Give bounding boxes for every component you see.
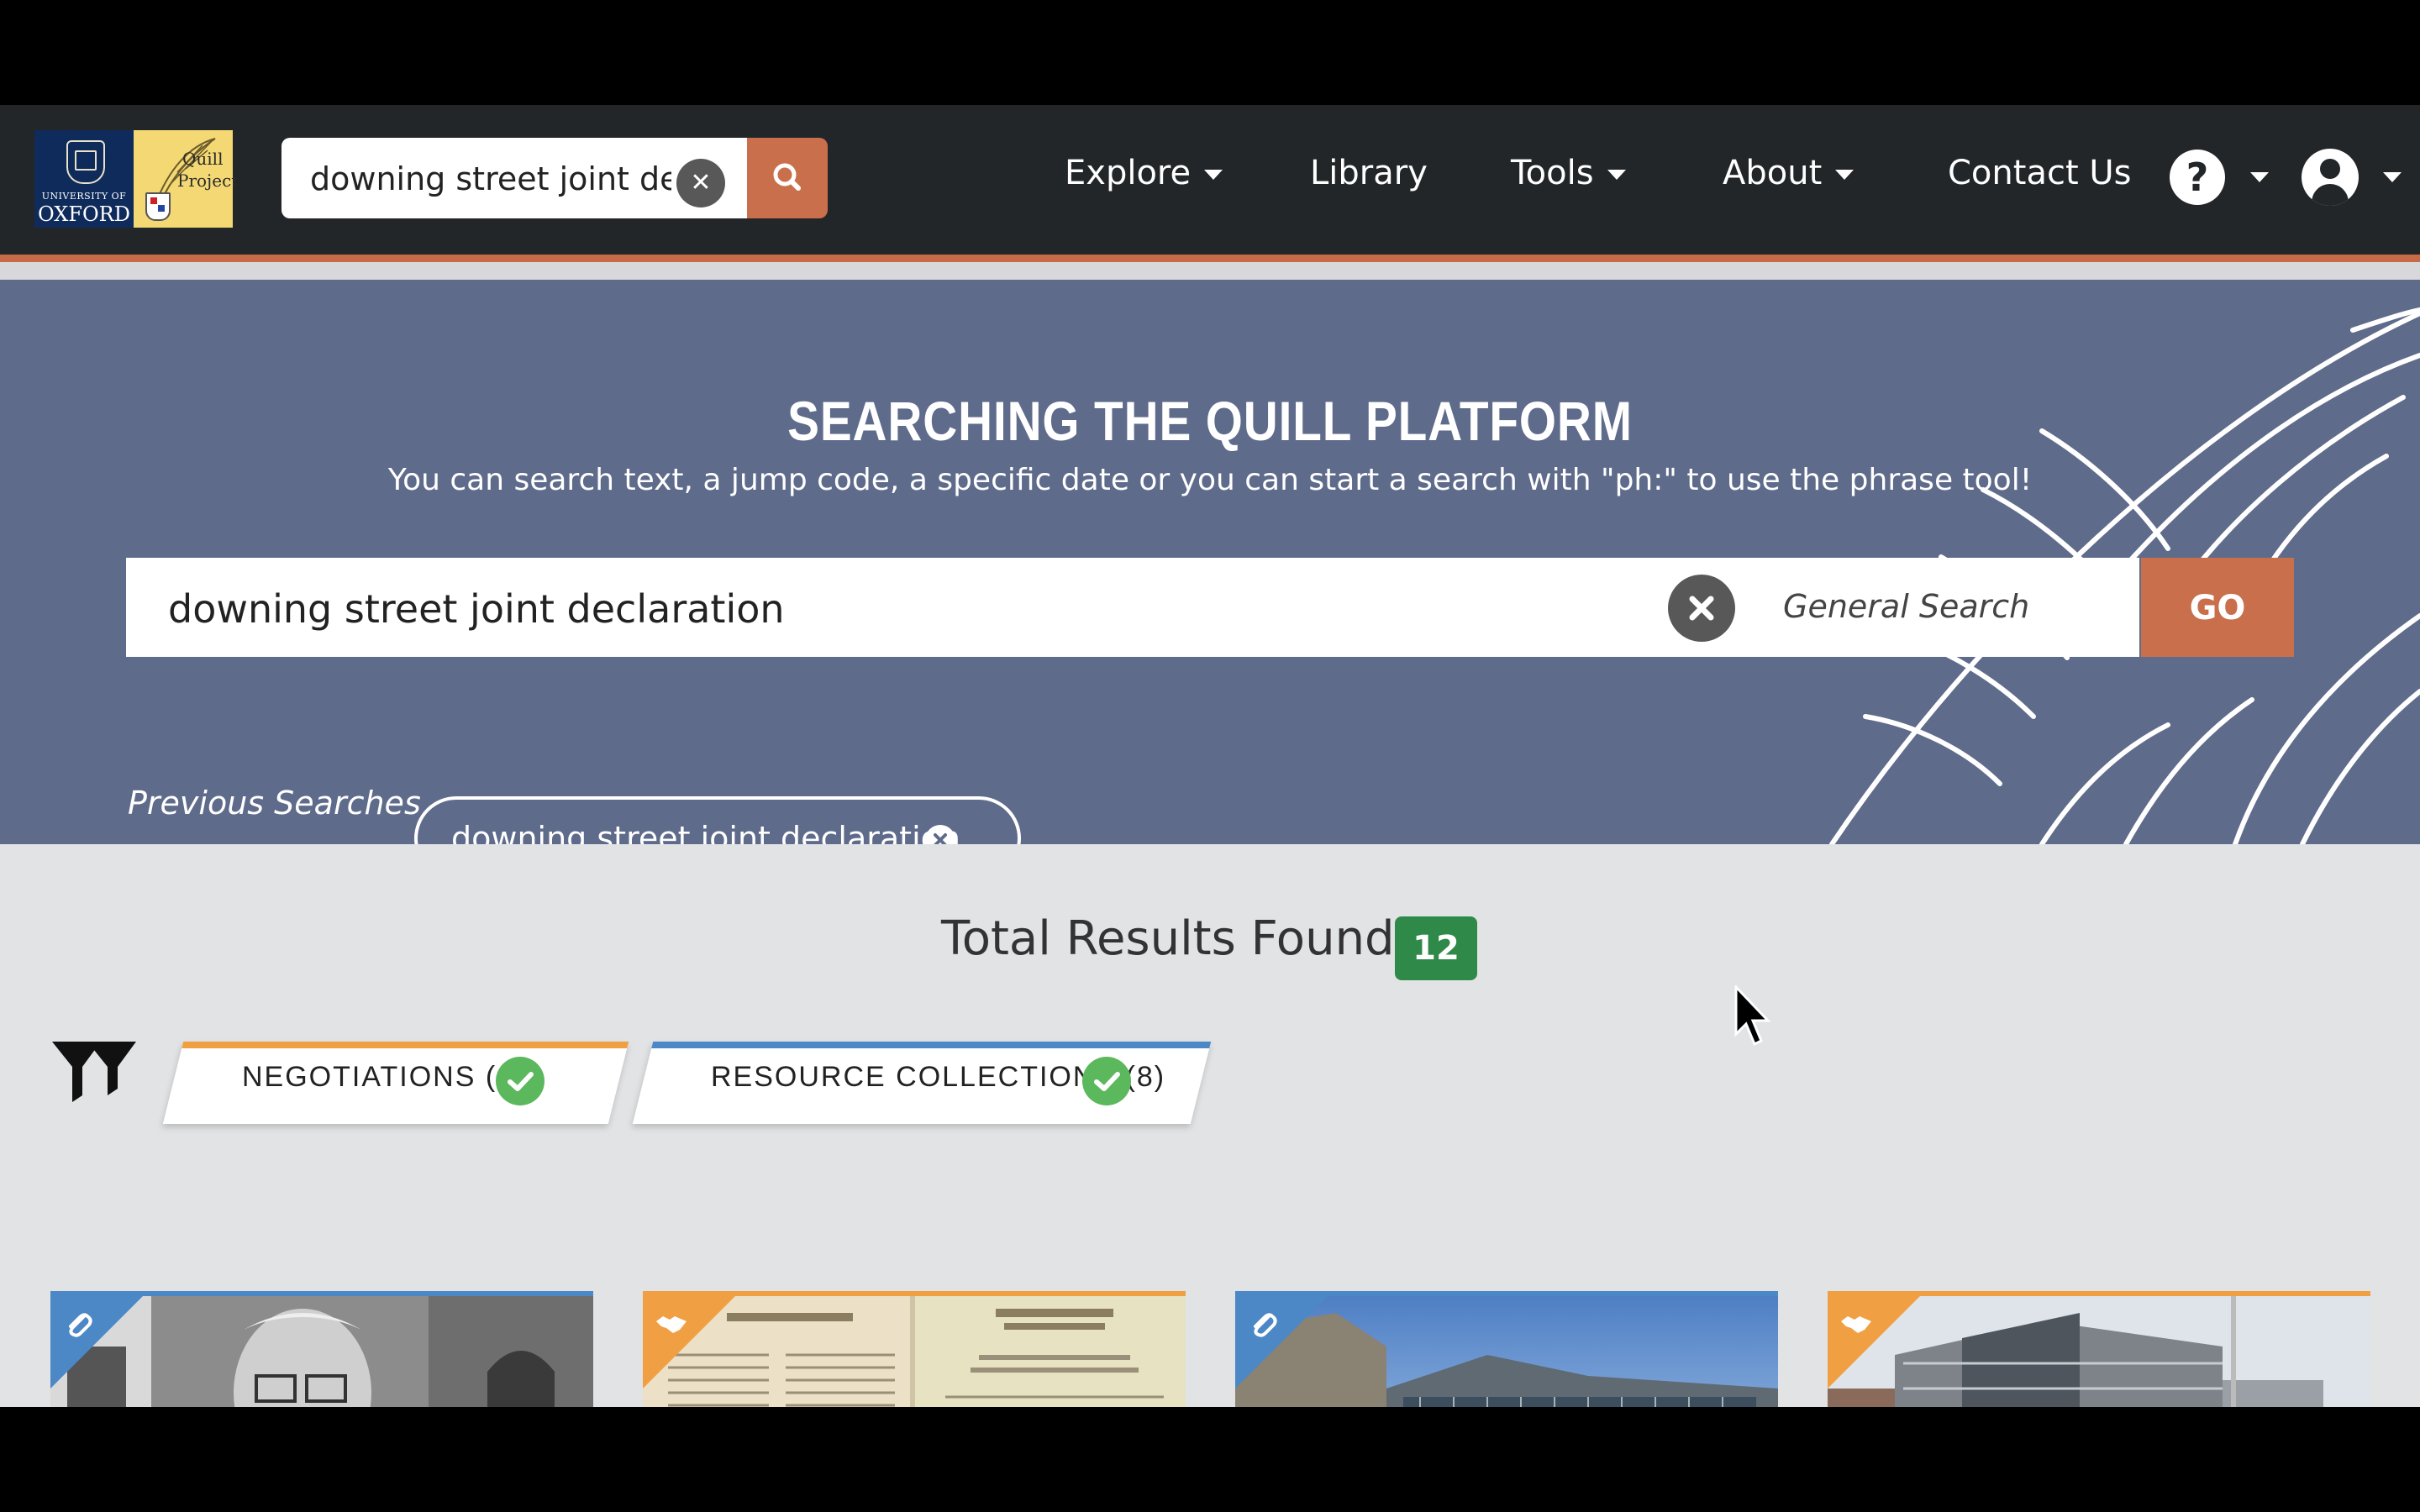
hero-subtitle: You can search text, a jump code, a spec…: [387, 463, 2033, 497]
oxford-logo[interactable]: UNIVERSITY OF OXFORD: [34, 130, 134, 228]
college-shield-icon: [145, 192, 171, 221]
previous-search-chip-label: downing street joint declaration: [451, 820, 960, 844]
go-button[interactable]: GO: [2141, 558, 2294, 657]
handshake-icon: [655, 1308, 688, 1341]
navbar-search-box: ✕: [281, 138, 747, 218]
nav-tools[interactable]: Tools: [1511, 154, 1626, 192]
nav-tools-label: Tools: [1511, 154, 1594, 192]
nav-explore[interactable]: Explore: [1065, 154, 1223, 192]
user-head-shape: [2320, 159, 2340, 179]
result-card[interactable]: [643, 1291, 1186, 1407]
user-body-shape: [2312, 184, 2349, 206]
result-card[interactable]: [1235, 1291, 1778, 1407]
user-dropdown-caret-icon[interactable]: [2383, 172, 2402, 182]
top-navbar: UNIVERSITY OF OXFORD Quill Project ✕ Exp…: [0, 105, 2420, 255]
tab-negotiations-label: NEGOTIATIONS (4): [242, 1061, 526, 1093]
logo-quill-line2: Project: [177, 171, 239, 191]
check-icon: [496, 1057, 544, 1105]
user-account-icon[interactable]: [2302, 149, 2359, 206]
remove-previous-search-icon[interactable]: [925, 825, 955, 844]
filter-icon[interactable]: [49, 1035, 138, 1105]
previous-searches-label: Previous Searches: [128, 785, 421, 822]
check-icon: [1082, 1057, 1131, 1105]
results-count-badge: 12: [1395, 916, 1477, 980]
oxford-crest-icon: [66, 140, 105, 184]
nav-library-label: Library: [1310, 154, 1428, 192]
search-hero: SEARCHING THE QUILL PLATFORM You can sea…: [0, 280, 2420, 844]
navbar-search-clear-button[interactable]: ✕: [676, 159, 725, 207]
chevron-down-icon: [1835, 170, 1854, 180]
browser-viewport: UNIVERSITY OF OXFORD Quill Project ✕ Exp…: [0, 105, 2420, 1407]
help-dropdown-caret-icon[interactable]: [2250, 172, 2269, 182]
hero-title: SEARCHING THE QUILL PLATFORM: [787, 390, 1633, 452]
logo-quill-line1: Quill: [182, 149, 224, 169]
nav-contact-us[interactable]: Contact Us: [1948, 154, 2131, 192]
search-icon: [773, 163, 801, 191]
quill-project-logo[interactable]: Quill Project: [134, 130, 238, 228]
navbar-search-button[interactable]: [747, 138, 828, 218]
paperclip-icon: [1247, 1308, 1281, 1341]
mouse-cursor-icon: [1734, 985, 1771, 1047]
nav-explore-label: Explore: [1065, 154, 1192, 192]
navbar-accent-stripe: [0, 255, 2420, 262]
main-search-box: General Search: [126, 558, 2225, 657]
result-card[interactable]: [50, 1291, 593, 1407]
result-card[interactable]: [1828, 1291, 2370, 1407]
logo-oxford-line2: OXFORD: [38, 202, 130, 226]
close-icon: [1689, 596, 1714, 621]
paperclip-icon: [62, 1308, 96, 1341]
navbar-divider: [0, 262, 2420, 280]
main-search-input[interactable]: [166, 581, 1598, 637]
search-type-value: General Search: [1783, 588, 2030, 625]
nav-contact-label: Contact Us: [1948, 154, 2132, 192]
close-icon: [934, 833, 947, 844]
previous-search-chip[interactable]: downing street joint declaration: [414, 796, 1021, 844]
nav-about-label: About: [1723, 154, 1823, 192]
chevron-down-icon: [1607, 170, 1626, 180]
navbar-search-input[interactable]: [308, 153, 673, 205]
handshake-icon: [1839, 1308, 1873, 1341]
main-search-clear-button[interactable]: [1668, 575, 1735, 642]
nav-about[interactable]: About: [1723, 154, 1854, 192]
nav-library[interactable]: Library: [1310, 154, 1428, 192]
results-title: Total Results Found: [941, 911, 1395, 966]
logo-oxford-line1: UNIVERSITY OF: [41, 191, 127, 202]
help-question-icon[interactable]: ?: [2170, 150, 2225, 205]
chevron-down-icon: [1204, 170, 1223, 180]
